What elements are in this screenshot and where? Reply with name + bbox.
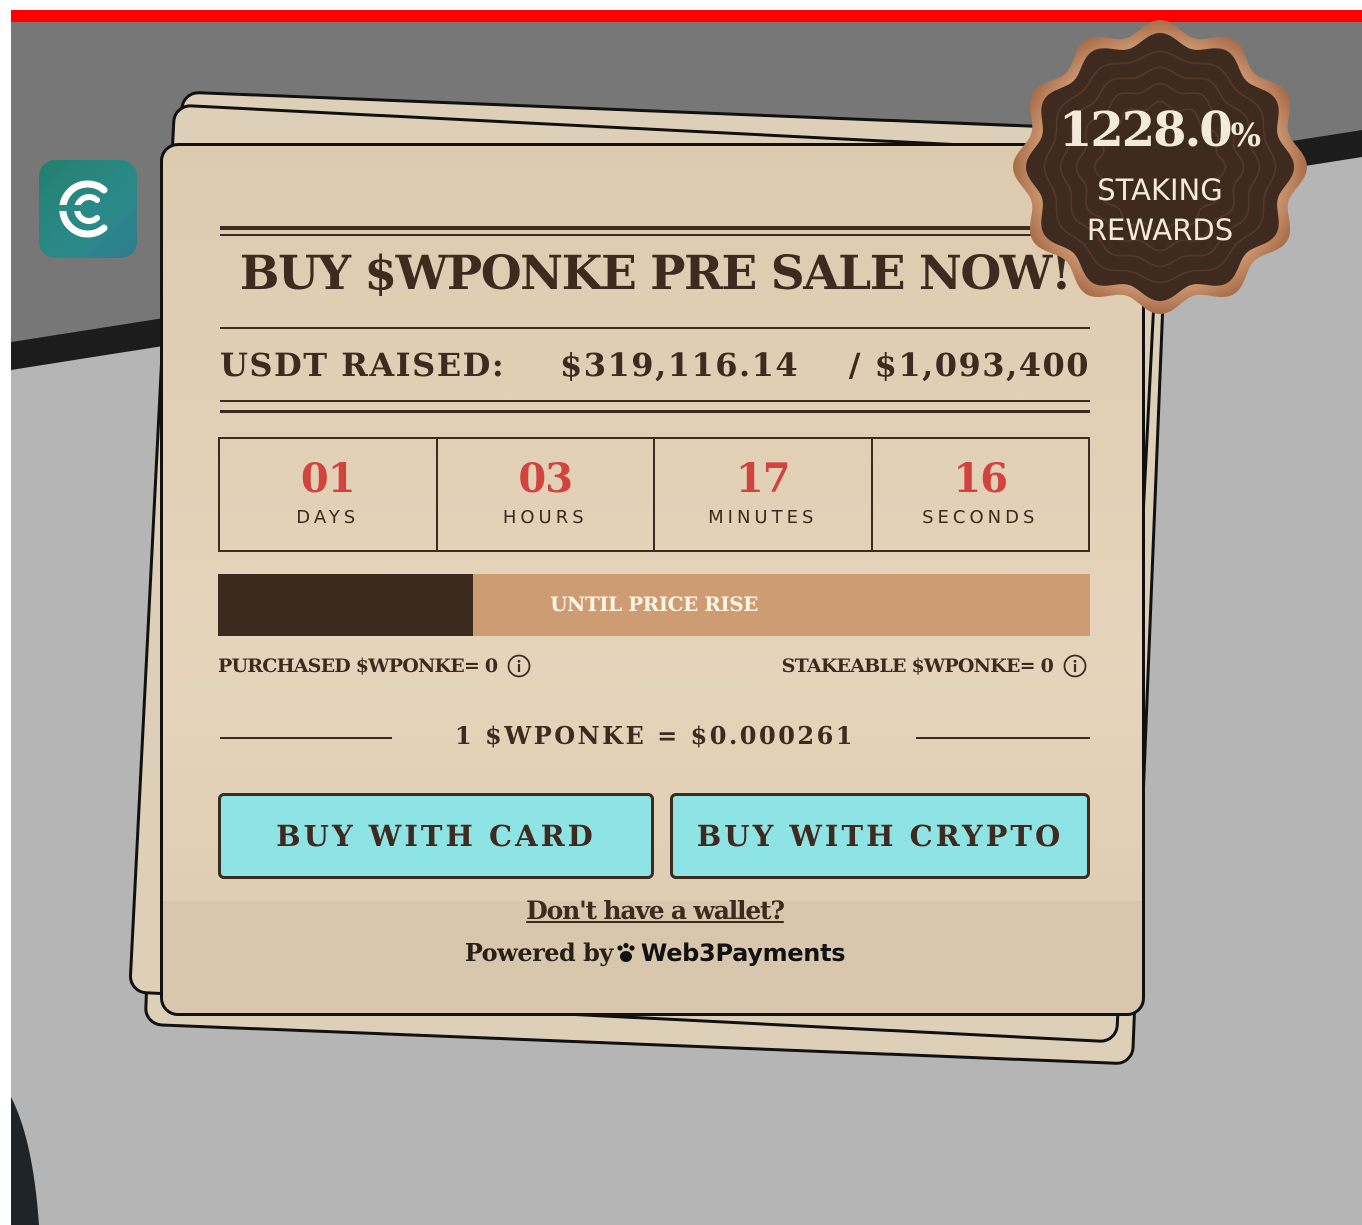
countdown-seconds-value: 16 (953, 455, 1008, 502)
countdown-days-value: 01 (300, 455, 356, 502)
countdown-hours: 03 HOURS (435, 439, 654, 550)
countdown-minutes: 17 MINUTES (653, 439, 871, 550)
presale-widget: BUY $WPONKE PRE SALE NOW! USDT RAISED: $… (160, 143, 1145, 1016)
badge-rate-value: 1228.0 (1058, 102, 1233, 158)
buy-with-card-button[interactable]: BUY WITH CARD (218, 793, 654, 879)
countdown-timer: 01 DAYS 03 HOURS 17 MINUTES 16 SECONDS (218, 437, 1090, 552)
price-rise-progress-bar: UNTIL PRICE RISE (218, 574, 1090, 636)
staking-rewards-badge (1013, 20, 1307, 314)
countdown-minutes-value: 17 (735, 455, 791, 502)
badge-line-rewards: REWARDS (1086, 213, 1234, 247)
badge-rate: 1228.0% (1013, 102, 1307, 158)
raised-rule-top (220, 400, 1090, 402)
raised-label: USDT RAISED: (220, 346, 506, 384)
app-logo[interactable] (39, 160, 137, 258)
countdown-minutes-label: MINUTES (708, 507, 818, 528)
countdown-seconds-label: SECONDS (922, 507, 1039, 528)
countdown-hours-value: 03 (518, 455, 573, 502)
badge-rate-unit: % (1230, 116, 1262, 154)
powered-by: Powered by Web3Payments (220, 938, 1090, 967)
info-icon[interactable] (1063, 654, 1087, 678)
badge-line-staking: STAKING (1097, 173, 1223, 207)
powered-by-label: Powered by (464, 938, 614, 967)
countdown-days-label: DAYS (296, 507, 360, 528)
presale-title: BUY $WPONKE PRE SALE NOW! (239, 246, 1072, 301)
raised-rule-bottom (220, 410, 1090, 413)
stakeable-text: STAKEABLE $WPONKE= 0 (781, 655, 1054, 677)
token-price: 1 $WPONKE = $0.000261 (454, 721, 856, 750)
title-bottom-rule (220, 327, 1090, 329)
countdown-seconds: 16 SECONDS (870, 439, 1089, 550)
raised-amount: $319,116.14 (560, 346, 800, 384)
paw-icon (617, 942, 635, 962)
raised-row: USDT RAISED: $319,116.14 / $1,093,400 (220, 346, 1090, 394)
powered-by-brand[interactable]: Web3Payments (641, 939, 846, 967)
raised-target: / $1,093,400 (848, 346, 1090, 384)
no-wallet-link[interactable]: Don't have a wallet? (220, 896, 1090, 925)
progress-label: UNTIL PRICE RISE (550, 592, 758, 616)
purchased-balance: PURCHASED $WPONKE= 0 (218, 654, 531, 678)
buy-with-crypto-button[interactable]: BUY WITH CRYPTO (670, 793, 1090, 879)
purchased-text: PURCHASED $WPONKE= 0 (218, 655, 498, 677)
cs-brand-logo-icon (59, 180, 117, 238)
title-double-rule (220, 226, 1090, 236)
countdown-hours-label: HOURS (502, 507, 588, 528)
countdown-days: 01 DAYS (220, 439, 436, 550)
info-icon[interactable] (507, 654, 531, 678)
stakeable-balance: STAKEABLE $WPONKE= 0 (782, 654, 1087, 678)
